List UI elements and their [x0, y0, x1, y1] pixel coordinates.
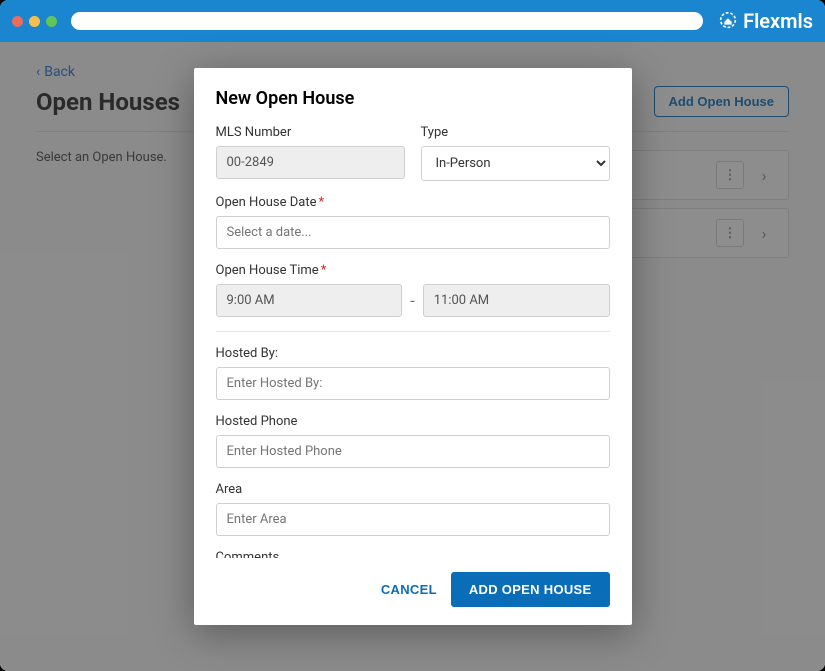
- brand-icon: [717, 10, 739, 32]
- time-label: Open House Time*: [216, 263, 610, 278]
- new-open-house-modal: New Open House MLS Number Type In-Person…: [194, 68, 632, 625]
- hosted-by-label: Hosted By:: [216, 346, 610, 361]
- mls-number-input: [216, 146, 405, 179]
- modal-title: New Open House: [216, 88, 610, 109]
- time-start-input[interactable]: [216, 284, 403, 317]
- brand-text: Flexmls: [743, 9, 813, 33]
- hosted-by-input[interactable]: [216, 367, 610, 400]
- close-icon[interactable]: [12, 16, 23, 27]
- window-controls: [12, 16, 57, 27]
- comments-label: Comments: [216, 550, 610, 558]
- mls-label: MLS Number: [216, 125, 405, 140]
- browser-window: Flexmls ‹ Back Open Houses Add Open Hous…: [0, 0, 825, 671]
- divider: [216, 331, 610, 332]
- dash-icon: -: [410, 291, 414, 310]
- area-input[interactable]: [216, 503, 610, 536]
- brand-logo: Flexmls: [717, 9, 813, 33]
- modal-scroll[interactable]: New Open House MLS Number Type In-Person…: [194, 68, 632, 558]
- address-bar[interactable]: [71, 12, 703, 30]
- area-label: Area: [216, 482, 610, 497]
- type-label: Type: [421, 125, 610, 140]
- minimize-icon[interactable]: [29, 16, 40, 27]
- zoom-icon[interactable]: [46, 16, 57, 27]
- cancel-button[interactable]: CANCEL: [381, 582, 437, 597]
- modal-footer: CANCEL ADD OPEN HOUSE: [194, 558, 632, 625]
- date-label: Open House Date*: [216, 195, 610, 210]
- add-open-house-submit-button[interactable]: ADD OPEN HOUSE: [451, 572, 610, 607]
- open-house-date-input[interactable]: [216, 216, 610, 249]
- hosted-phone-label: Hosted Phone: [216, 414, 610, 429]
- hosted-phone-input[interactable]: [216, 435, 610, 468]
- time-end-input[interactable]: [423, 284, 610, 317]
- type-select[interactable]: In-Person: [421, 146, 610, 181]
- titlebar: Flexmls: [0, 0, 825, 42]
